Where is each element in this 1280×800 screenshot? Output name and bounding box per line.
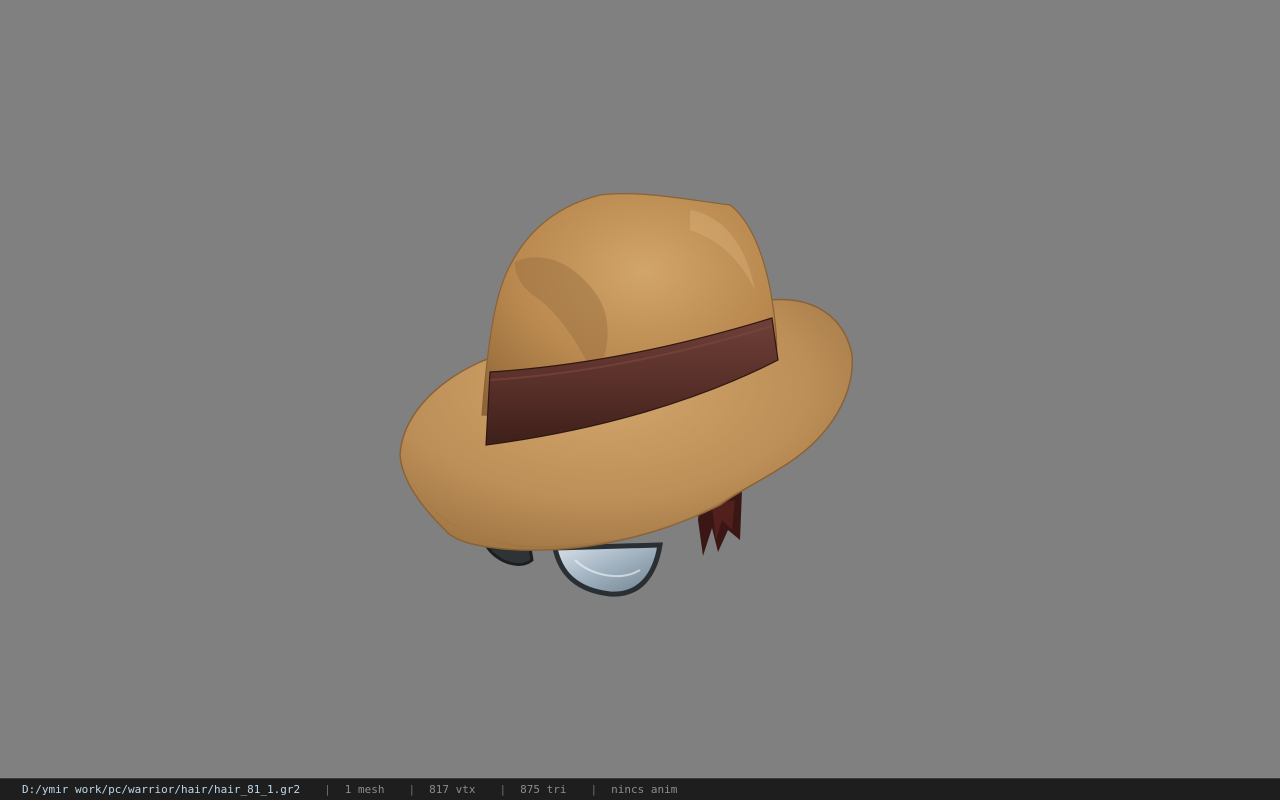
separator: | <box>324 783 331 796</box>
sunglasses <box>485 542 663 597</box>
separator: | <box>408 783 416 796</box>
3d-viewport[interactable] <box>0 0 1280 778</box>
separator: | <box>590 783 598 796</box>
triangle-count: 875 tri <box>520 783 567 796</box>
separator: | <box>499 783 507 796</box>
status-bar: D:/ymir work/pc/warrior/hair/hair_81_1.g… <box>0 778 1280 800</box>
animation-status: nincs anim <box>611 783 678 796</box>
vertex-count: 817 vtx <box>429 783 476 796</box>
file-path: D:/ymir work/pc/warrior/hair/hair_81_1.g… <box>22 783 301 796</box>
mesh-count: 1 mesh <box>344 783 385 796</box>
model-preview <box>399 193 853 597</box>
